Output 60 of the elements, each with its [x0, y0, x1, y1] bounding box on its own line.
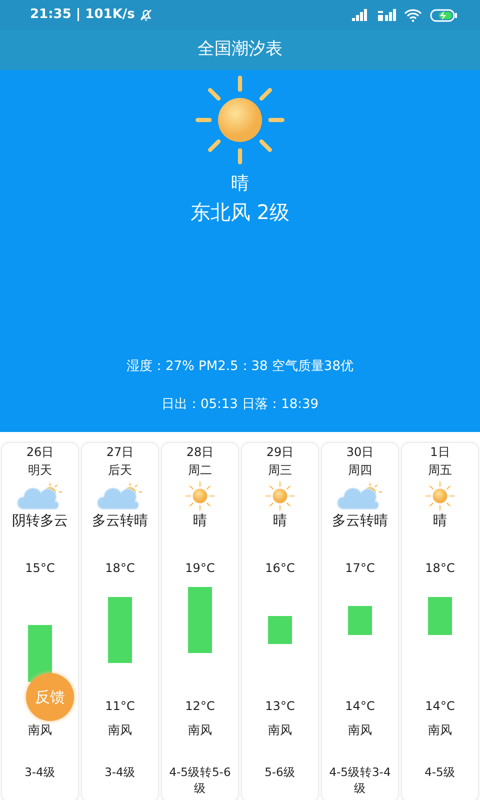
wind-info: 东北风 2级 — [190, 199, 290, 226]
cloud-sun-icon — [337, 481, 383, 511]
forecast-day: 周三 — [268, 463, 292, 477]
forecast-weather: 晴 — [193, 513, 207, 529]
low-temperature: 14°C — [425, 699, 455, 713]
high-temperature: 16°C — [265, 561, 295, 575]
low-temperature: 11°C — [105, 699, 135, 713]
notification-off-icon — [138, 8, 153, 22]
low-temperature: 13°C — [265, 699, 295, 713]
forecast-weather: 晴 — [273, 513, 287, 529]
forecast-weather: 阴转多云 — [12, 513, 68, 529]
weather-condition: 晴 — [231, 172, 249, 196]
feedback-button[interactable]: 反馈 — [26, 673, 74, 721]
sunrise-sunset-info: 日出：05:13 日落：18:39 — [161, 396, 319, 414]
wind-level: 3-4级 — [104, 765, 136, 779]
forecast-date: 27日 — [106, 445, 134, 459]
wind-level: 4-5级转3-4级 — [329, 765, 391, 796]
app-title: 全国潮汐表 — [198, 38, 282, 62]
high-temperature: 17°C — [345, 561, 375, 575]
sun-icon — [425, 481, 455, 511]
forecast-day: 明天 — [28, 463, 52, 477]
high-temperature: 18°C — [105, 561, 135, 575]
forecast-weather: 多云转晴 — [92, 513, 148, 529]
wind-level: 4-5级 — [424, 765, 456, 779]
wind-direction: 南风 — [28, 723, 52, 737]
high-temperature: 19°C — [185, 561, 215, 575]
wifi-icon — [404, 8, 422, 22]
wind-direction: 南风 — [188, 723, 212, 737]
forecast-date: 30日 — [346, 445, 374, 459]
forecast-date: 28日 — [186, 445, 214, 459]
cloud-sun-icon — [97, 481, 143, 511]
high-temperature: 18°C — [425, 561, 455, 575]
low-temperature: 12°C — [185, 699, 215, 713]
forecast-weather: 多云转晴 — [332, 513, 388, 529]
wind-direction: 南风 — [428, 723, 452, 737]
forecast-date: 26日 — [26, 445, 54, 459]
forecast-weather: 晴 — [433, 513, 447, 529]
forecast-date: 1日 — [430, 445, 450, 459]
battery-charging-icon — [430, 8, 458, 22]
sun-icon — [194, 74, 286, 166]
status-time: 21:35 | 101K/s — [30, 6, 135, 24]
wind-level: 4-5级转5-6级 — [169, 765, 231, 796]
wind-level: 3-4级 — [24, 765, 56, 779]
sun-icon — [265, 481, 295, 511]
wind-direction: 南风 — [108, 723, 132, 737]
low-temperature: 14°C — [345, 699, 375, 713]
forecast-day: 周二 — [188, 463, 212, 477]
sun-icon — [185, 481, 215, 511]
forecast-day: 周四 — [348, 463, 372, 477]
forecast-date: 29日 — [266, 445, 294, 459]
forecast-day: 周五 — [428, 463, 452, 477]
signal-icon — [352, 9, 370, 21]
signal-icon — [378, 9, 396, 21]
air-quality-info: 湿度：27% PM2.5：38 空气质量38优 — [126, 358, 354, 376]
high-temperature: 15°C — [25, 561, 55, 575]
wind-level: 5-6级 — [264, 765, 296, 779]
wind-direction: 南风 — [268, 723, 292, 737]
forecast-day: 后天 — [108, 463, 132, 477]
wind-direction: 南风 — [348, 723, 372, 737]
cloud-sun-icon — [17, 481, 63, 511]
